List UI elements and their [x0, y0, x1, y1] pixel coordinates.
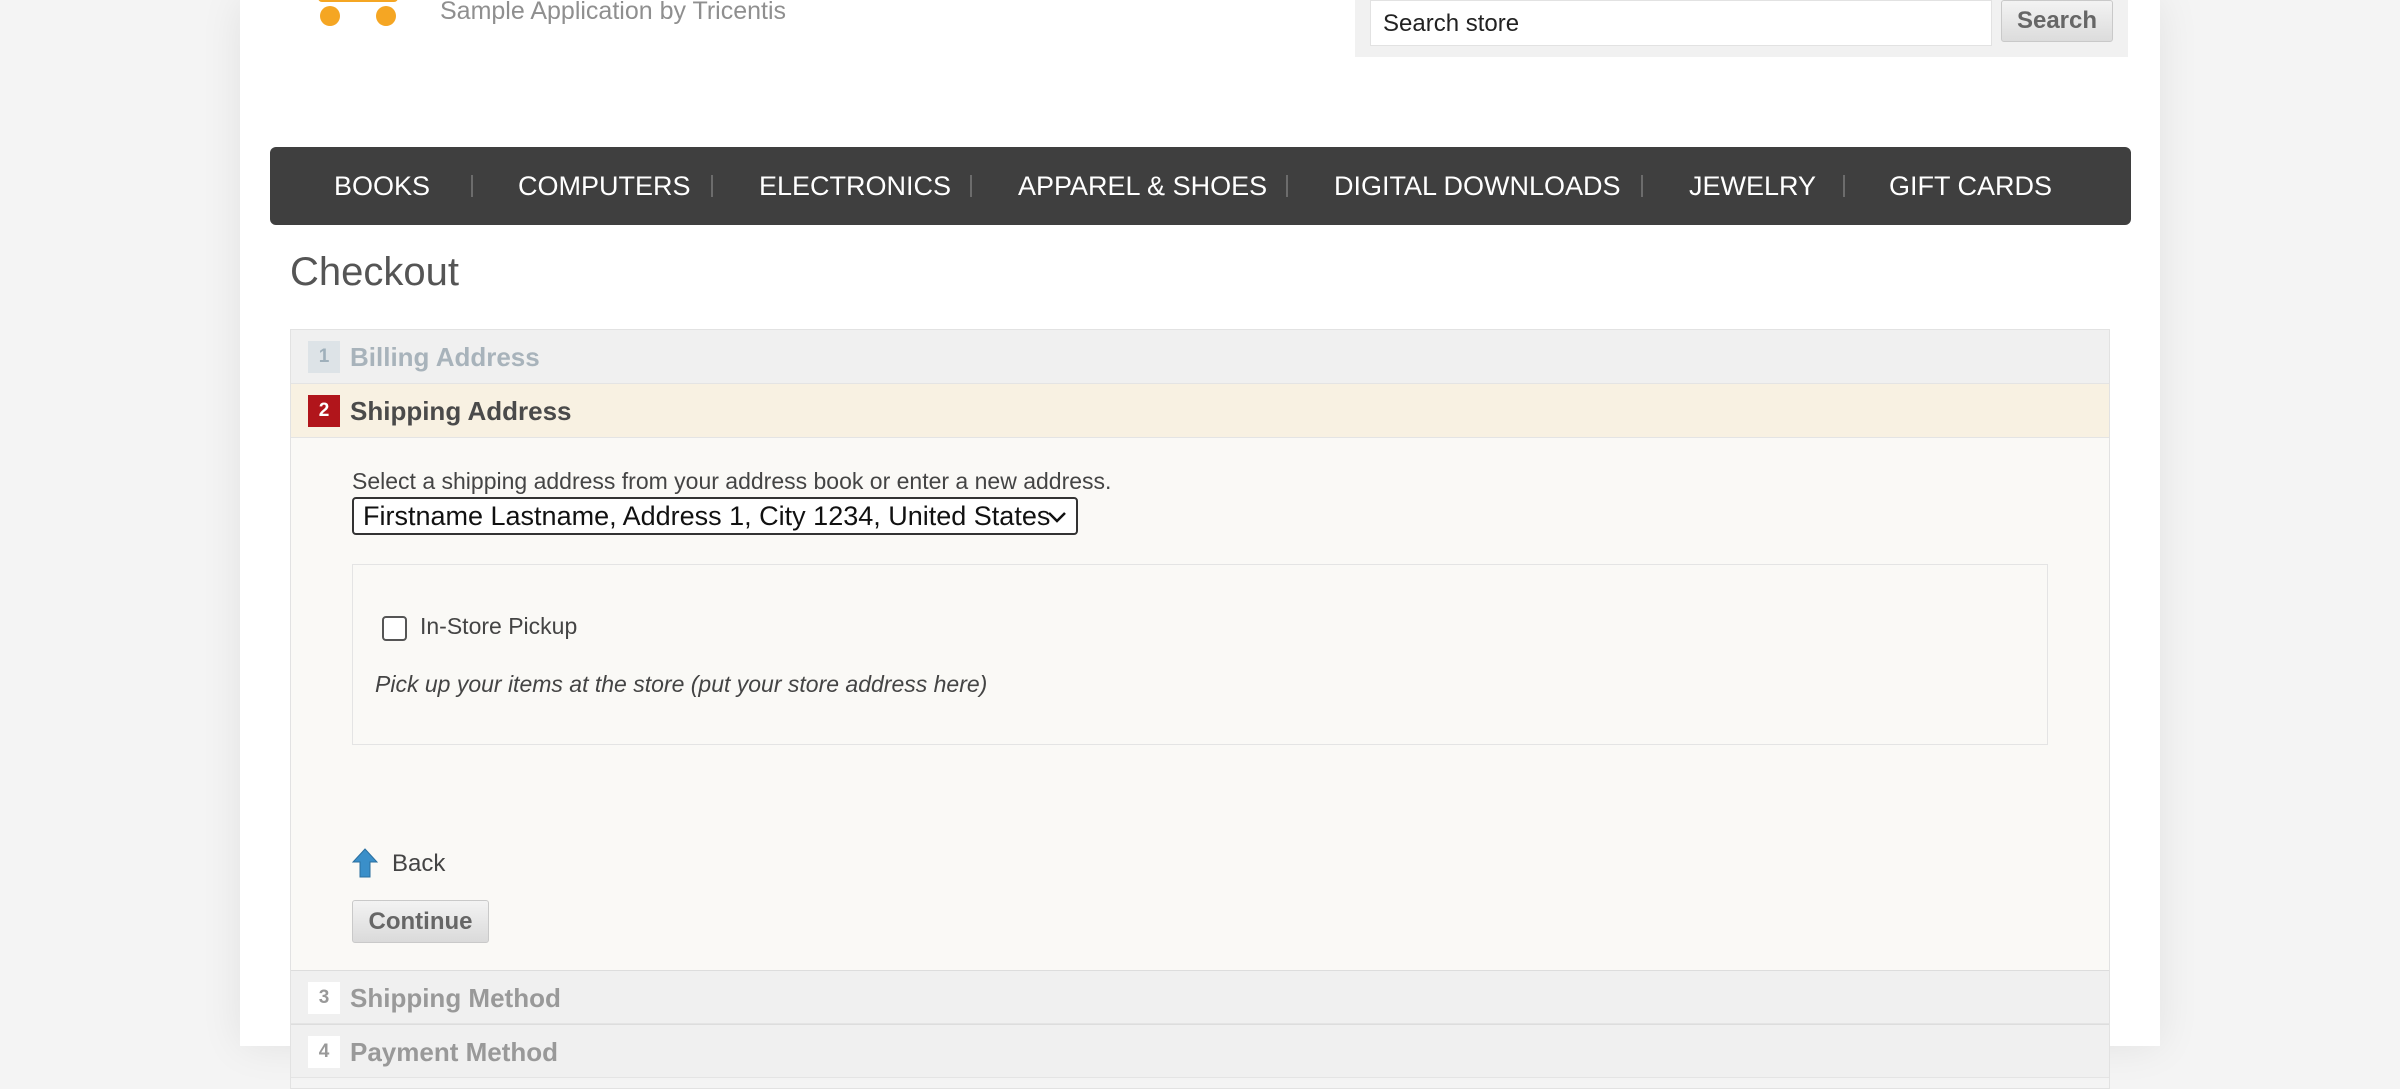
in-store-pickup-description: Pick up your items at the store (put you…	[375, 671, 988, 697]
continue-button[interactable]: Continue	[352, 900, 489, 943]
step-billing-address[interactable]: 1 Billing Address	[291, 330, 2109, 384]
step-shipping-address: 2 Shipping Address	[291, 384, 2109, 438]
chevron-down-icon	[1048, 512, 1066, 523]
nav-item-gift-cards[interactable]: GIFT CARDS	[1889, 147, 2052, 225]
page-container: Sample Application by Tricentis Search s…	[240, 0, 2160, 1089]
logo-subtitle: Sample Application by Tricentis	[440, 0, 787, 25]
nav-item-electronics[interactable]: ELECTRONICS	[759, 147, 951, 225]
step-title: Shipping Address	[350, 396, 572, 426]
nav-item-digital-downloads[interactable]: DIGITAL DOWNLOADS	[1334, 147, 1621, 225]
step-payment-method: 4 Payment Method	[291, 1024, 2109, 1078]
nav-separator	[1843, 175, 1845, 197]
step-number: 1	[308, 341, 340, 373]
logo-icon[interactable]	[310, 0, 410, 30]
step-number: 2	[308, 395, 340, 427]
nav-separator	[970, 175, 972, 197]
step-shipping-method: 3 Shipping Method	[291, 970, 2109, 1024]
search-input[interactable]: Search store	[1370, 0, 1992, 46]
in-store-pickup-label[interactable]: In-Store Pickup	[420, 613, 577, 640]
search-box: Search store Search	[1355, 0, 2128, 57]
nav-item-apparel-shoes[interactable]: APPAREL & SHOES	[1018, 147, 1267, 225]
in-store-pickup-checkbox[interactable]	[382, 616, 407, 641]
arrow-up-icon	[352, 848, 378, 878]
checkout-steps: 1 Billing Address 2 Shipping Address Sel…	[290, 329, 2110, 1089]
step-title: Payment Method	[350, 1037, 559, 1067]
step-number: 4	[308, 1036, 340, 1068]
nav-separator	[711, 175, 713, 197]
step-number: 3	[308, 982, 340, 1014]
nav-item-computers[interactable]: COMPUTERS	[518, 147, 691, 225]
nav-item-books[interactable]: BOOKS	[334, 147, 430, 225]
nav-item-jewelry[interactable]: JEWELRY	[1689, 147, 1816, 225]
nav-separator	[1286, 175, 1288, 197]
step-title: Billing Address	[350, 342, 540, 372]
shipping-instruction: Select a shipping address from your addr…	[352, 468, 1112, 494]
selected-address: Firstname Lastname, Address 1, City 1234…	[363, 501, 1051, 531]
nav-separator	[471, 175, 473, 197]
nav-separator	[1641, 175, 1643, 197]
page-title: Checkout	[290, 250, 459, 294]
search-button[interactable]: Search	[2001, 0, 2113, 42]
step-title: Shipping Method	[350, 983, 561, 1013]
shipping-address-select[interactable]: Firstname Lastname, Address 1, City 1234…	[352, 497, 1078, 535]
shipping-address-panel: Select a shipping address from your addr…	[291, 438, 2109, 978]
back-label[interactable]: Back	[392, 850, 445, 878]
pickup-in-store-box: In-Store Pickup Pick up your items at th…	[352, 564, 2048, 745]
top-menu: BOOKS COMPUTERS ELECTRONICS APPAREL & SH…	[270, 147, 2131, 225]
